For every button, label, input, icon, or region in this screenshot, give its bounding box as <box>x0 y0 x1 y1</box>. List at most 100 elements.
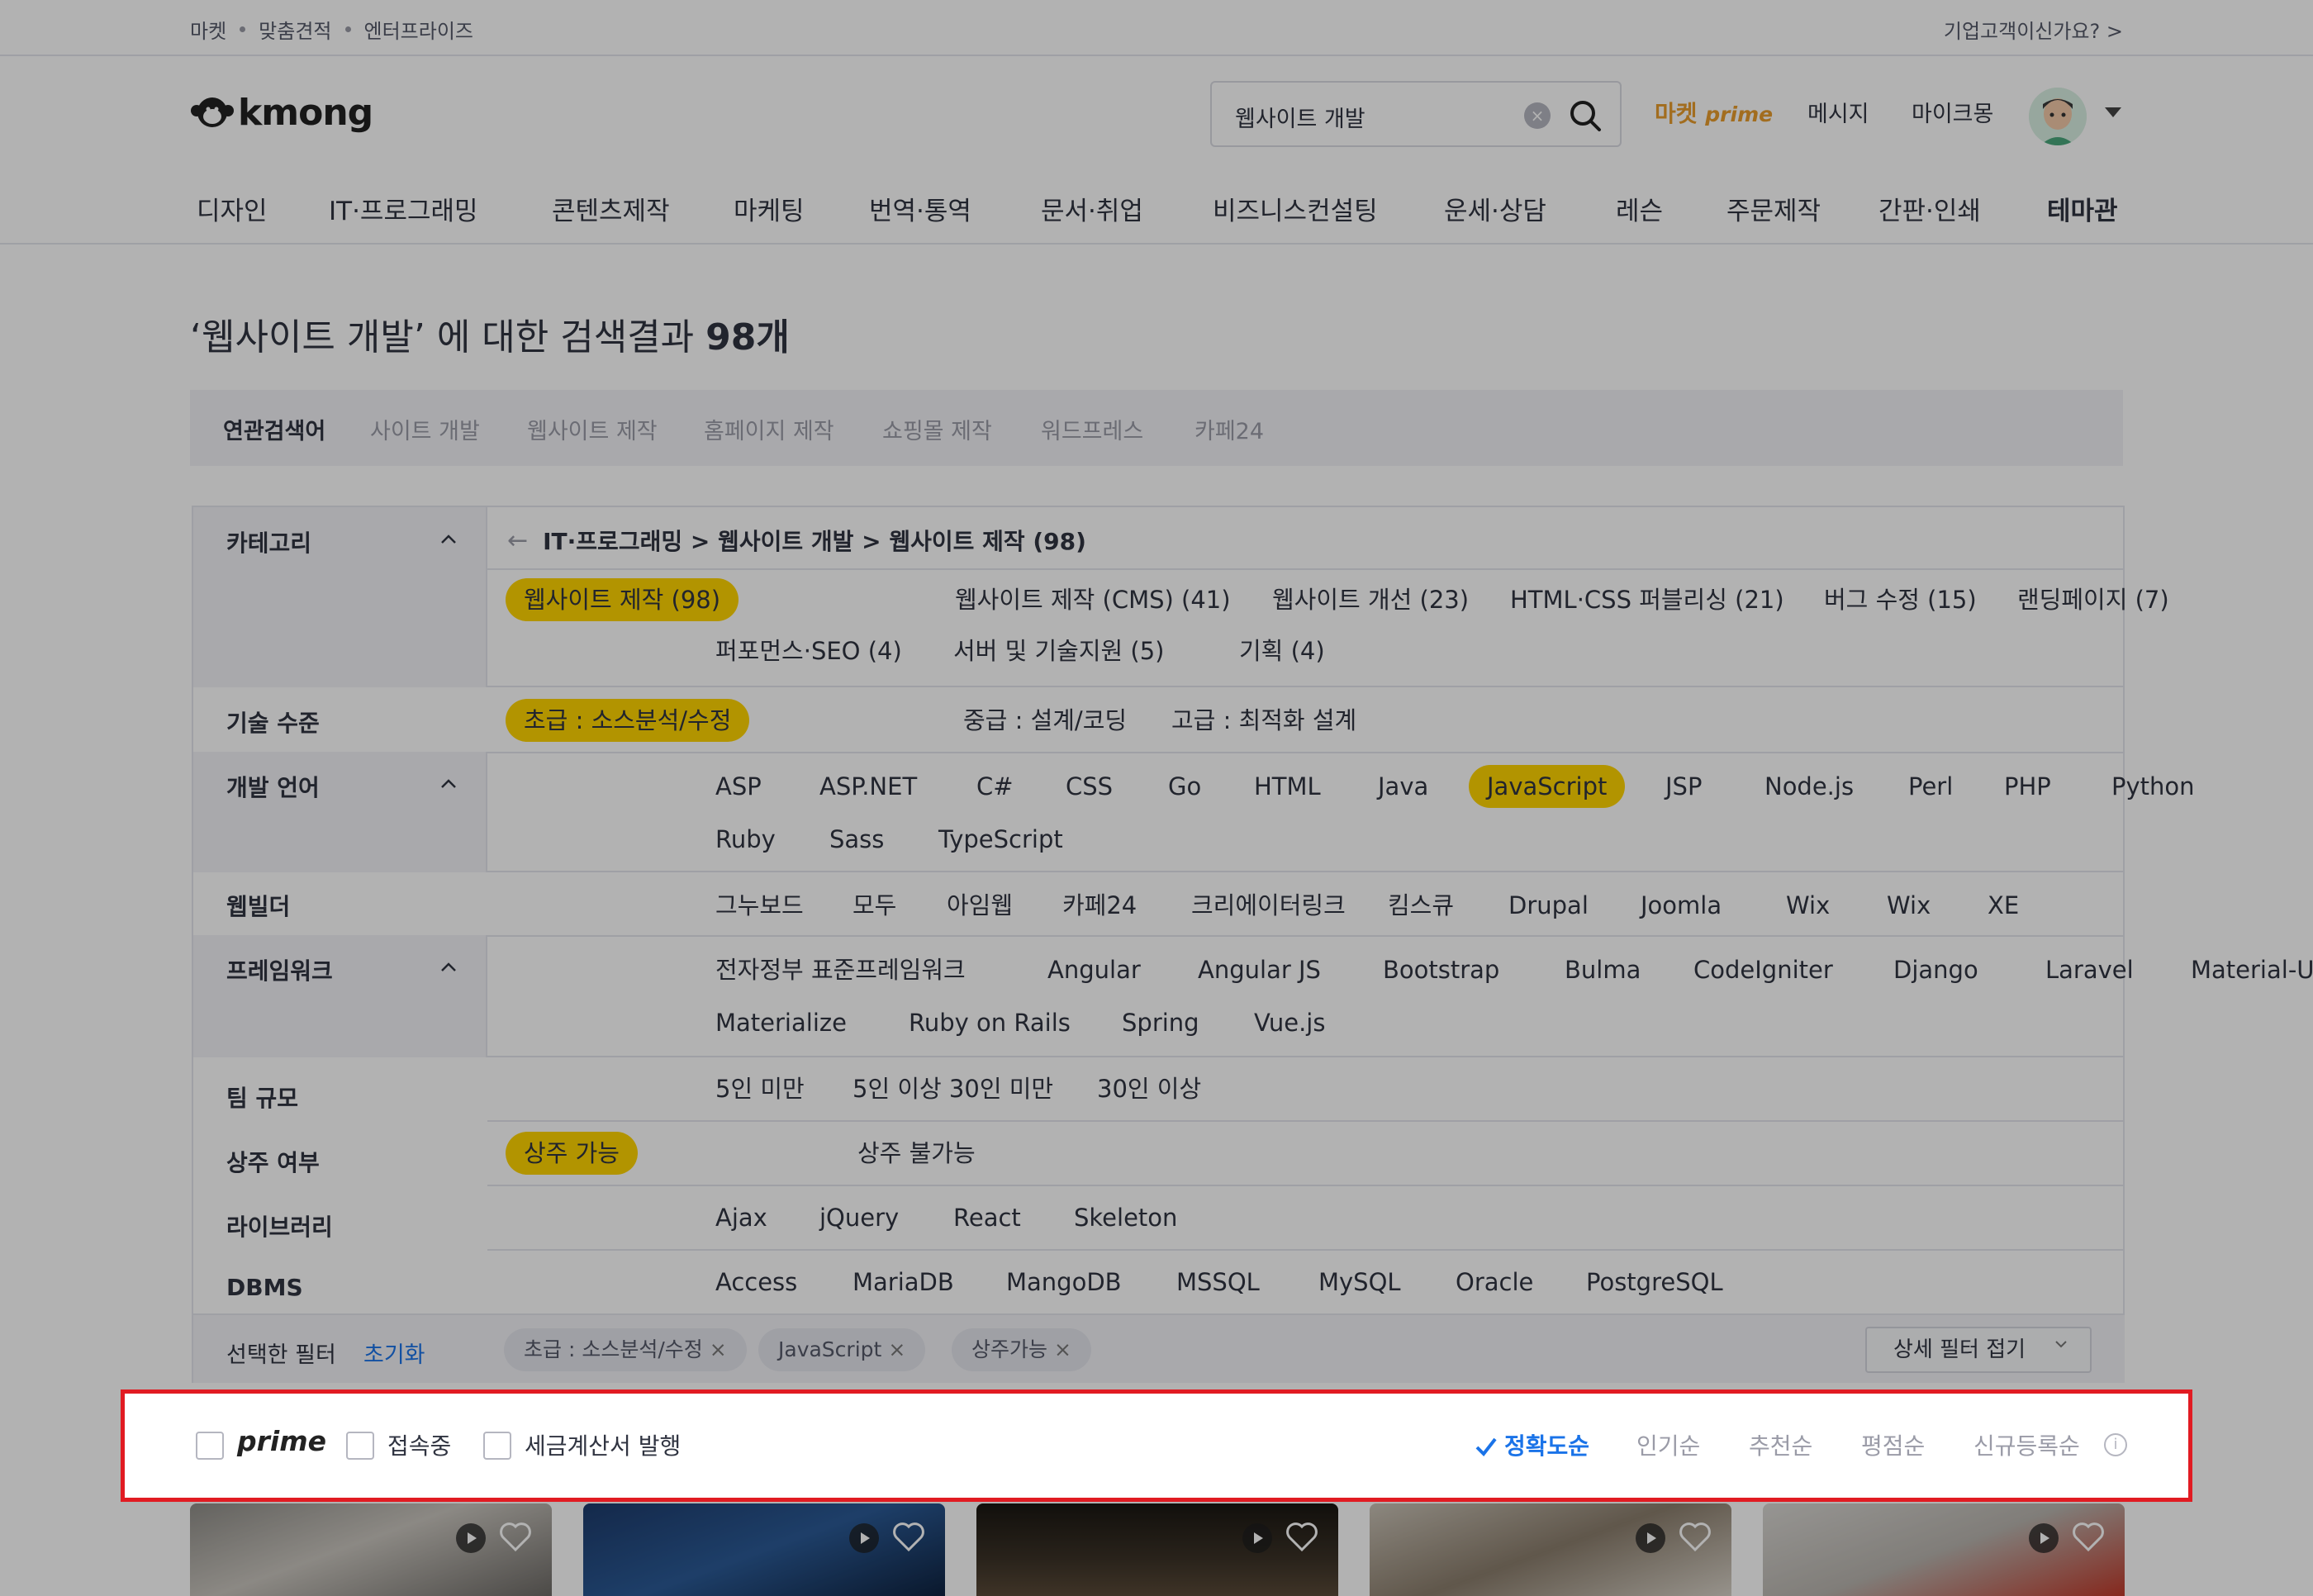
related-keyword[interactable]: 홈페이지 제작 <box>704 413 834 445</box>
filter-chip[interactable]: 킴스큐 <box>1370 884 1472 927</box>
selected-tag[interactable]: 초급 : 소스분석/수정 × <box>504 1328 747 1371</box>
sort-popular[interactable]: 인기순 <box>1636 1428 1700 1461</box>
category-custom[interactable]: 주문제작 <box>1726 190 1821 227</box>
filter-chip[interactable]: Joomla <box>1622 884 1740 927</box>
filter-chip[interactable]: Python <box>2093 765 2213 808</box>
filter-chip[interactable]: CSS <box>1047 765 1131 808</box>
filter-chip[interactable]: Bulma <box>1546 948 1659 991</box>
filter-chip[interactable]: Material-UI <box>2173 948 2313 991</box>
filter-chip[interactable]: C# <box>958 765 1032 808</box>
heart-icon[interactable] <box>496 1517 535 1556</box>
filter-chip[interactable]: 아임웹 <box>929 884 1031 927</box>
filter-chip[interactable]: 상주 가능 <box>506 1132 638 1175</box>
gig-thumbnail[interactable] <box>976 1503 1338 1596</box>
filter-chip[interactable]: HTML <box>1236 765 1339 808</box>
search-input[interactable]: 웹사이트 개발 <box>1235 101 1365 133</box>
gig-thumbnail[interactable] <box>1370 1503 1731 1596</box>
heart-icon[interactable] <box>1282 1517 1322 1556</box>
selected-tag[interactable]: JavaScript × <box>758 1328 926 1371</box>
related-keyword[interactable]: 웹사이트 제작 <box>527 413 658 445</box>
category-fortune[interactable]: 운세·상담 <box>1444 190 1546 227</box>
kmong-logo[interactable]: kmong <box>190 89 373 135</box>
filter-chip[interactable]: Access <box>697 1261 815 1304</box>
play-icon[interactable] <box>849 1523 879 1553</box>
filter-chip[interactable]: Spring <box>1104 1001 1218 1044</box>
gig-thumbnail[interactable] <box>190 1503 552 1596</box>
heart-icon[interactable] <box>1675 1517 1715 1556</box>
filter-section-framework[interactable]: 프레임워크 <box>193 937 487 1056</box>
close-icon[interactable]: × <box>710 1337 727 1361</box>
filter-chip[interactable]: 30인 이상 <box>1079 1067 1219 1110</box>
avatar[interactable] <box>2029 88 2087 145</box>
filter-chip[interactable]: MySQL <box>1300 1261 1419 1304</box>
filter-chip[interactable]: 퍼포먼스·SEO (4) <box>697 629 920 672</box>
filter-chip[interactable]: ASP.NET <box>801 765 935 808</box>
link-enterprise[interactable]: 엔터프라이즈 <box>364 15 473 44</box>
business-customer-link[interactable]: 기업고객이신가요? > <box>1944 15 2123 44</box>
sort-accuracy[interactable]: 정확도순 <box>1504 1428 1589 1461</box>
filter-chip[interactable]: 웹사이트 개선 (23) <box>1254 578 1487 621</box>
filter-chip[interactable]: Wix <box>1768 884 1848 927</box>
filter-chip[interactable]: Ruby on Rails <box>891 1001 1089 1044</box>
filter-chip[interactable]: 5인 미만 <box>697 1067 823 1110</box>
close-icon[interactable]: × <box>1054 1337 1071 1361</box>
filter-chip[interactable]: 카페24 <box>1044 884 1155 927</box>
category-theme[interactable]: 테마관 <box>2047 190 2118 227</box>
category-it-programming[interactable]: IT·프로그래밍 <box>329 190 478 227</box>
filter-chip[interactable]: PHP <box>1986 765 2069 808</box>
category-content[interactable]: 콘텐츠제작 <box>552 190 670 227</box>
filter-chip[interactable]: 초급 : 소스분석/수정 <box>506 699 750 742</box>
gig-thumbnail[interactable] <box>583 1503 945 1596</box>
filter-chip[interactable]: JSP <box>1647 765 1720 808</box>
related-keyword[interactable]: 사이트 개발 <box>370 413 480 445</box>
tax-invoice-checkbox[interactable] <box>483 1432 511 1460</box>
play-icon[interactable] <box>1636 1523 1665 1553</box>
filter-chip[interactable]: ASP <box>697 765 780 808</box>
online-checkbox[interactable] <box>346 1432 374 1460</box>
filter-chip[interactable]: 버그 수정 (15) <box>1806 578 1995 621</box>
filter-chip[interactable]: Ruby <box>697 818 794 861</box>
category-document[interactable]: 문서·취업 <box>1041 190 1143 227</box>
selected-tag[interactable]: 상주가능 × <box>952 1328 1091 1371</box>
market-prime-link[interactable]: 마켓 prime <box>1655 96 1773 129</box>
filter-chip[interactable]: Ajax <box>697 1196 786 1239</box>
filter-chip[interactable]: MariaDB <box>834 1261 972 1304</box>
filter-chip[interactable]: Perl <box>1890 765 1971 808</box>
filter-chip[interactable]: Angular JS <box>1180 948 1339 991</box>
category-translation[interactable]: 번역·통역 <box>869 190 971 227</box>
category-sign-print[interactable]: 간판·인쇄 <box>1878 190 1981 227</box>
filter-chip[interactable]: 중급 : 설계/코딩 <box>945 699 1145 742</box>
breadcrumb-path[interactable]: IT·프로그래밍 > 웹사이트 개발 > 웹사이트 제작 (98) <box>543 524 1086 557</box>
info-icon[interactable]: i <box>2104 1433 2127 1456</box>
filter-chip[interactable]: jQuery <box>801 1196 917 1239</box>
filter-chip[interactable]: MSSQL <box>1158 1261 1278 1304</box>
prime-checkbox[interactable] <box>196 1432 224 1460</box>
sort-rating[interactable]: 평점순 <box>1861 1428 1925 1461</box>
filter-chip[interactable]: Drupal <box>1490 884 1607 927</box>
search-icon[interactable] <box>1567 97 1603 134</box>
filter-chip[interactable]: 전자정부 표준프레임워크 <box>697 948 984 991</box>
filter-chip[interactable]: Go <box>1150 765 1219 808</box>
category-lesson[interactable]: 레슨 <box>1616 190 1663 227</box>
filter-section-language[interactable]: 개발 언어 <box>193 753 487 871</box>
filter-chip[interactable]: 서버 및 기술지원 (5) <box>935 629 1183 672</box>
filter-chip[interactable]: 모두 <box>834 884 914 927</box>
category-business[interactable]: 비즈니스컨설팅 <box>1213 190 1378 227</box>
heart-icon[interactable] <box>2068 1517 2108 1556</box>
filter-chip[interactable]: Django <box>1875 948 1997 991</box>
search-box[interactable]: 웹사이트 개발 × <box>1210 81 1622 147</box>
related-keyword[interactable]: 쇼핑몰 제작 <box>882 413 992 445</box>
link-market[interactable]: 마켓 <box>190 15 226 44</box>
filter-chip[interactable]: Materialize <box>697 1001 865 1044</box>
filter-chip[interactable]: MangoDB <box>988 1261 1140 1304</box>
filter-chip[interactable]: HTML·CSS 퍼블리싱 (21) <box>1492 578 1802 621</box>
filter-chip[interactable]: 웹사이트 제작 (98) <box>506 578 739 621</box>
detail-filter-toggle-button[interactable]: 상세 필터 접기 <box>1865 1327 2092 1373</box>
back-arrow-icon[interactable]: ← <box>507 526 528 555</box>
account-dropdown-icon[interactable] <box>2105 107 2121 117</box>
filter-chip[interactable]: Laravel <box>2027 948 2152 991</box>
gig-thumbnail[interactable] <box>1763 1503 2125 1596</box>
filter-chip[interactable]: PostgreSQL <box>1568 1261 1741 1304</box>
filter-chip[interactable]: 크리에이터링크 <box>1173 884 1364 927</box>
related-keyword[interactable]: 카페24 <box>1194 413 1264 445</box>
